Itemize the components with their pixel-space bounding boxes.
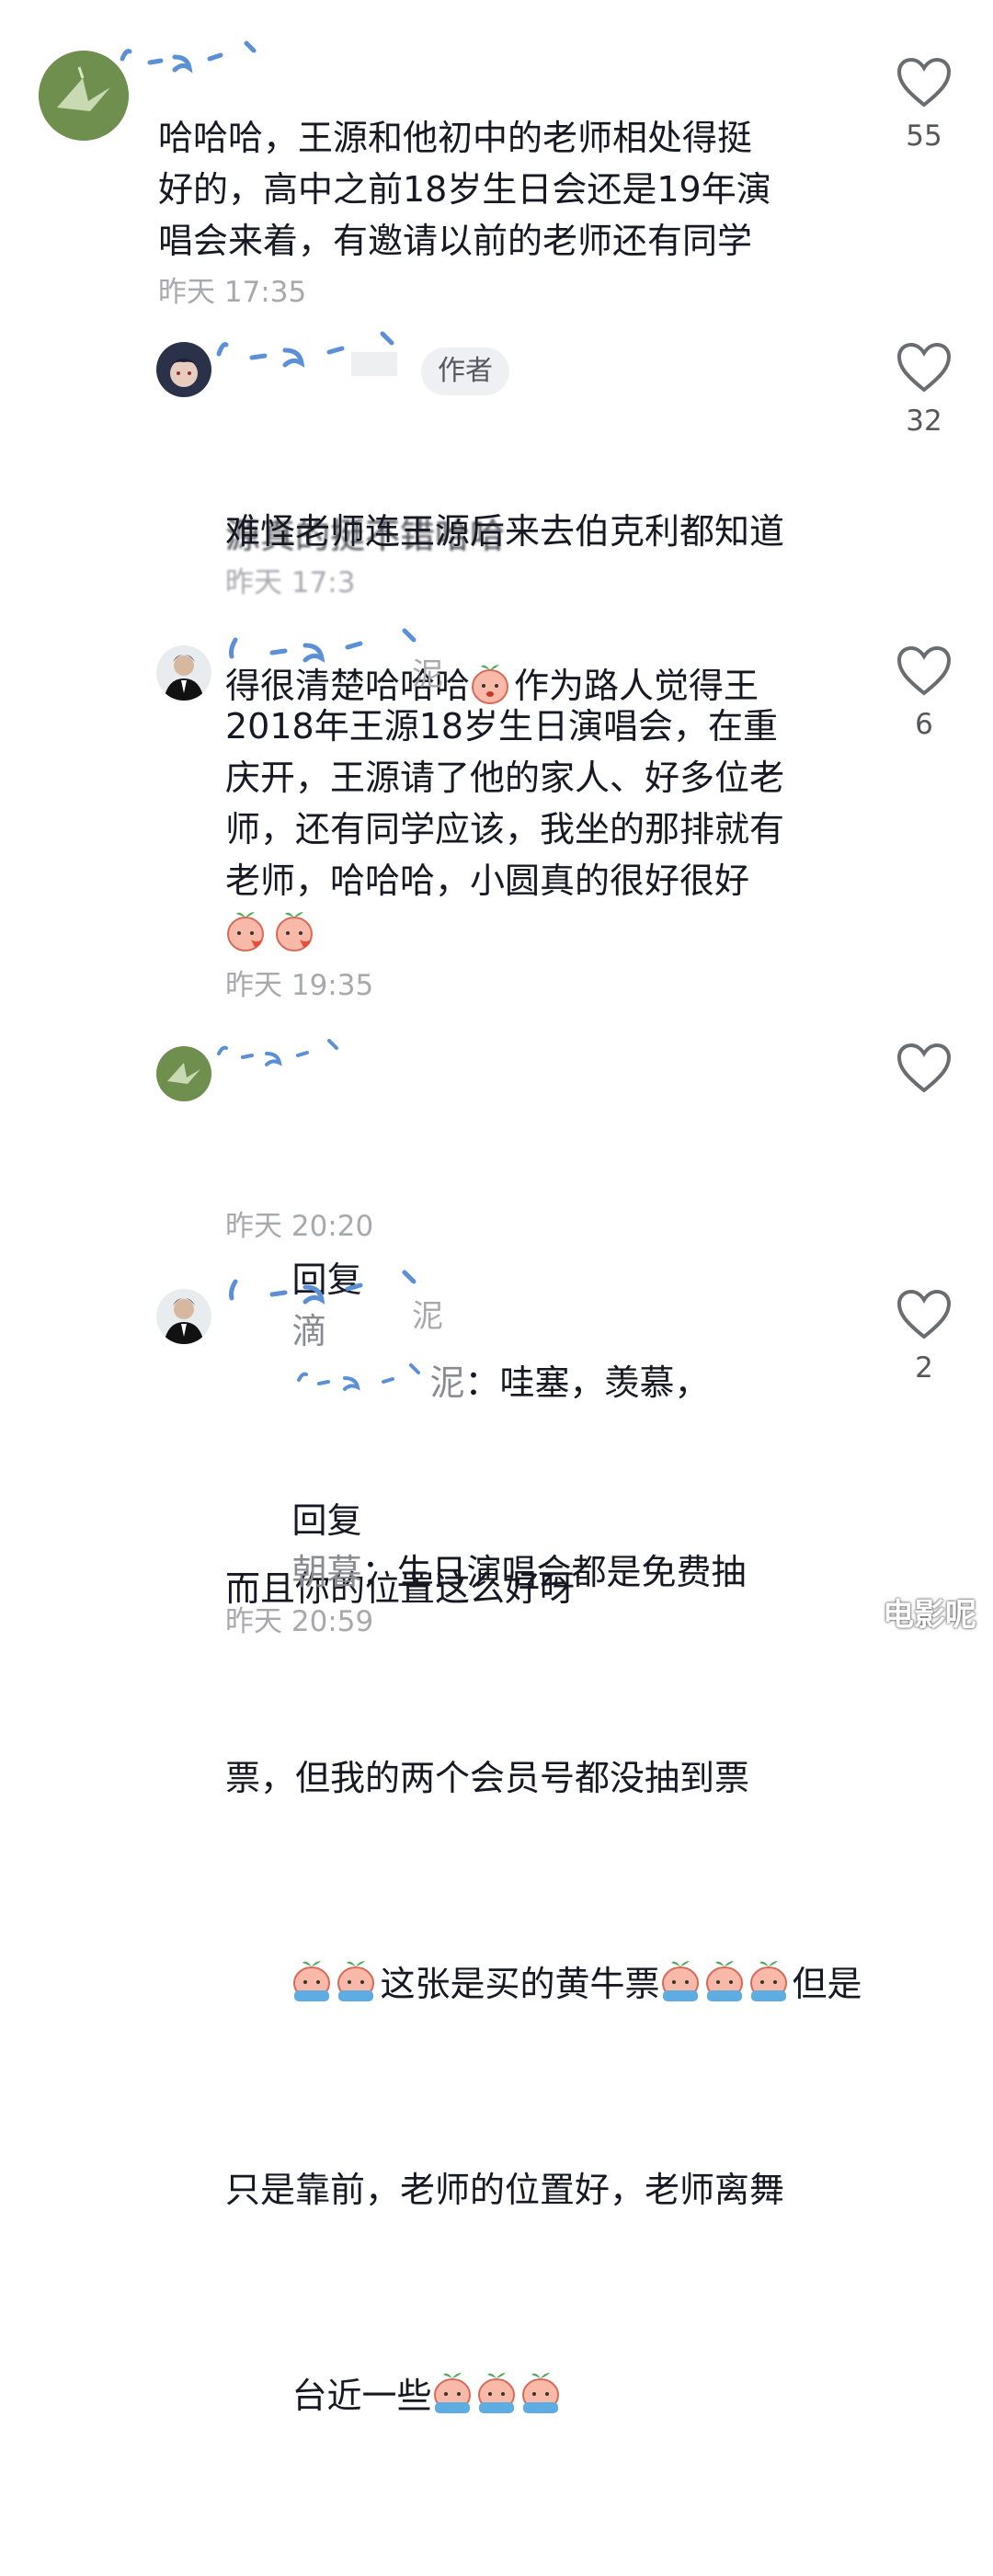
name-redaction-scribble <box>216 331 397 376</box>
avatar[interactable] <box>156 342 211 397</box>
emoji-row <box>225 908 318 952</box>
crying-peach-emoji-icon <box>705 1961 743 2001</box>
comment-time: 昨天 17:35 <box>158 276 307 309</box>
heart-icon <box>896 645 952 696</box>
like-button[interactable]: 6 <box>883 645 965 741</box>
paper-crane-icon <box>39 51 129 141</box>
peach-face-emoji-icon <box>472 665 509 704</box>
like-count: 6 <box>915 708 933 741</box>
comment-text: 回复 朝暮：生日演唱会都是免费抽 票，但我的两个会员号都没抽到票 这张是买的黄牛… <box>225 1340 869 2576</box>
author-badge: 作者 <box>421 348 509 395</box>
comment-text-line: 这张是买的黄牛票 但是 <box>225 1907 869 2061</box>
like-count: 55 <box>906 120 942 153</box>
name-redaction-scribble <box>217 1039 338 1066</box>
crying-peach-emoji-icon <box>661 1961 699 2001</box>
comment-time: 昨天 17:3 <box>225 566 356 599</box>
watermark: 电影呢 <box>883 1597 976 1634</box>
comment-text-obscured: 源真的挺不错哈哈 <box>225 516 506 552</box>
name-redaction-scribble <box>229 1270 417 1305</box>
comment-text: 哈哈哈，王源和他初中的老师相处得挺 好的，高中之前18岁生日会还是19年演 唱会… <box>158 118 771 261</box>
comment-text-fragment: 台近一些 <box>291 2376 432 2416</box>
comment-text: 2018年王源18岁生日演唱会，在重 庆开，王源请了他的家人、好多位老 师，还有… <box>225 706 785 901</box>
anime-character-icon <box>156 342 211 397</box>
crying-peach-emoji-icon <box>293 1961 331 2001</box>
comment-text-fragment: ：生日演唱会都是免费抽 <box>361 1552 747 1592</box>
like-button[interactable]: 32 <box>883 342 965 438</box>
heart-icon <box>896 1043 952 1093</box>
like-count: 2 <box>915 1351 933 1385</box>
paper-crane-icon <box>156 1046 211 1101</box>
crying-peach-emoji-icon <box>337 1961 375 2001</box>
comment-text-line: 只是靠前，老师的位置好，老师离舞 <box>225 2170 785 2210</box>
crying-peach-emoji-icon <box>477 2373 515 2413</box>
avatar[interactable] <box>156 1289 211 1344</box>
heart-icon <box>896 1289 952 1339</box>
comment-text-fragment: 这张是买的黄牛票 <box>380 1964 660 2004</box>
name-redaction-scribble <box>120 40 257 74</box>
crying-peach-emoji-icon <box>749 1961 787 2001</box>
comment-text-line: 台近一些 <box>225 2319 869 2473</box>
crying-peach-emoji-icon <box>521 2373 559 2413</box>
suited-man-icon <box>156 645 211 701</box>
avatar[interactable] <box>39 51 129 141</box>
avatar[interactable] <box>156 1046 211 1101</box>
comment-time: 昨天 19:35 <box>225 969 374 1002</box>
reply-target-name[interactable]: 朝暮 <box>291 1552 361 1592</box>
suited-man-icon <box>156 1289 211 1344</box>
like-count: 32 <box>906 405 942 438</box>
crying-peach-emoji-icon <box>433 2373 471 2413</box>
comment-text-fragment: 但是 <box>792 1964 862 2004</box>
comment-time: 昨天 20:59 <box>225 1605 374 1638</box>
like-button[interactable]: 55 <box>883 57 965 153</box>
peach-face-emoji-icon <box>276 912 314 952</box>
heart-icon <box>896 57 952 108</box>
commenter-name-fragment[interactable]: 泥 <box>412 1291 443 1336</box>
comment-text-line: 票，但我的两个会员号都没抽到票 <box>225 1758 750 1798</box>
comment-time: 昨天 20:20 <box>225 1210 374 1243</box>
peach-face-emoji-icon <box>227 912 264 952</box>
heart-icon <box>896 342 952 393</box>
avatar[interactable] <box>156 645 211 701</box>
name-redaction-scribble <box>229 628 417 663</box>
commenter-name-fragment[interactable]: 泥 <box>412 649 443 694</box>
reply-prefix: 回复 <box>291 1500 362 1541</box>
like-button[interactable]: 2 <box>883 1289 965 1385</box>
like-button[interactable] <box>883 1043 965 1105</box>
